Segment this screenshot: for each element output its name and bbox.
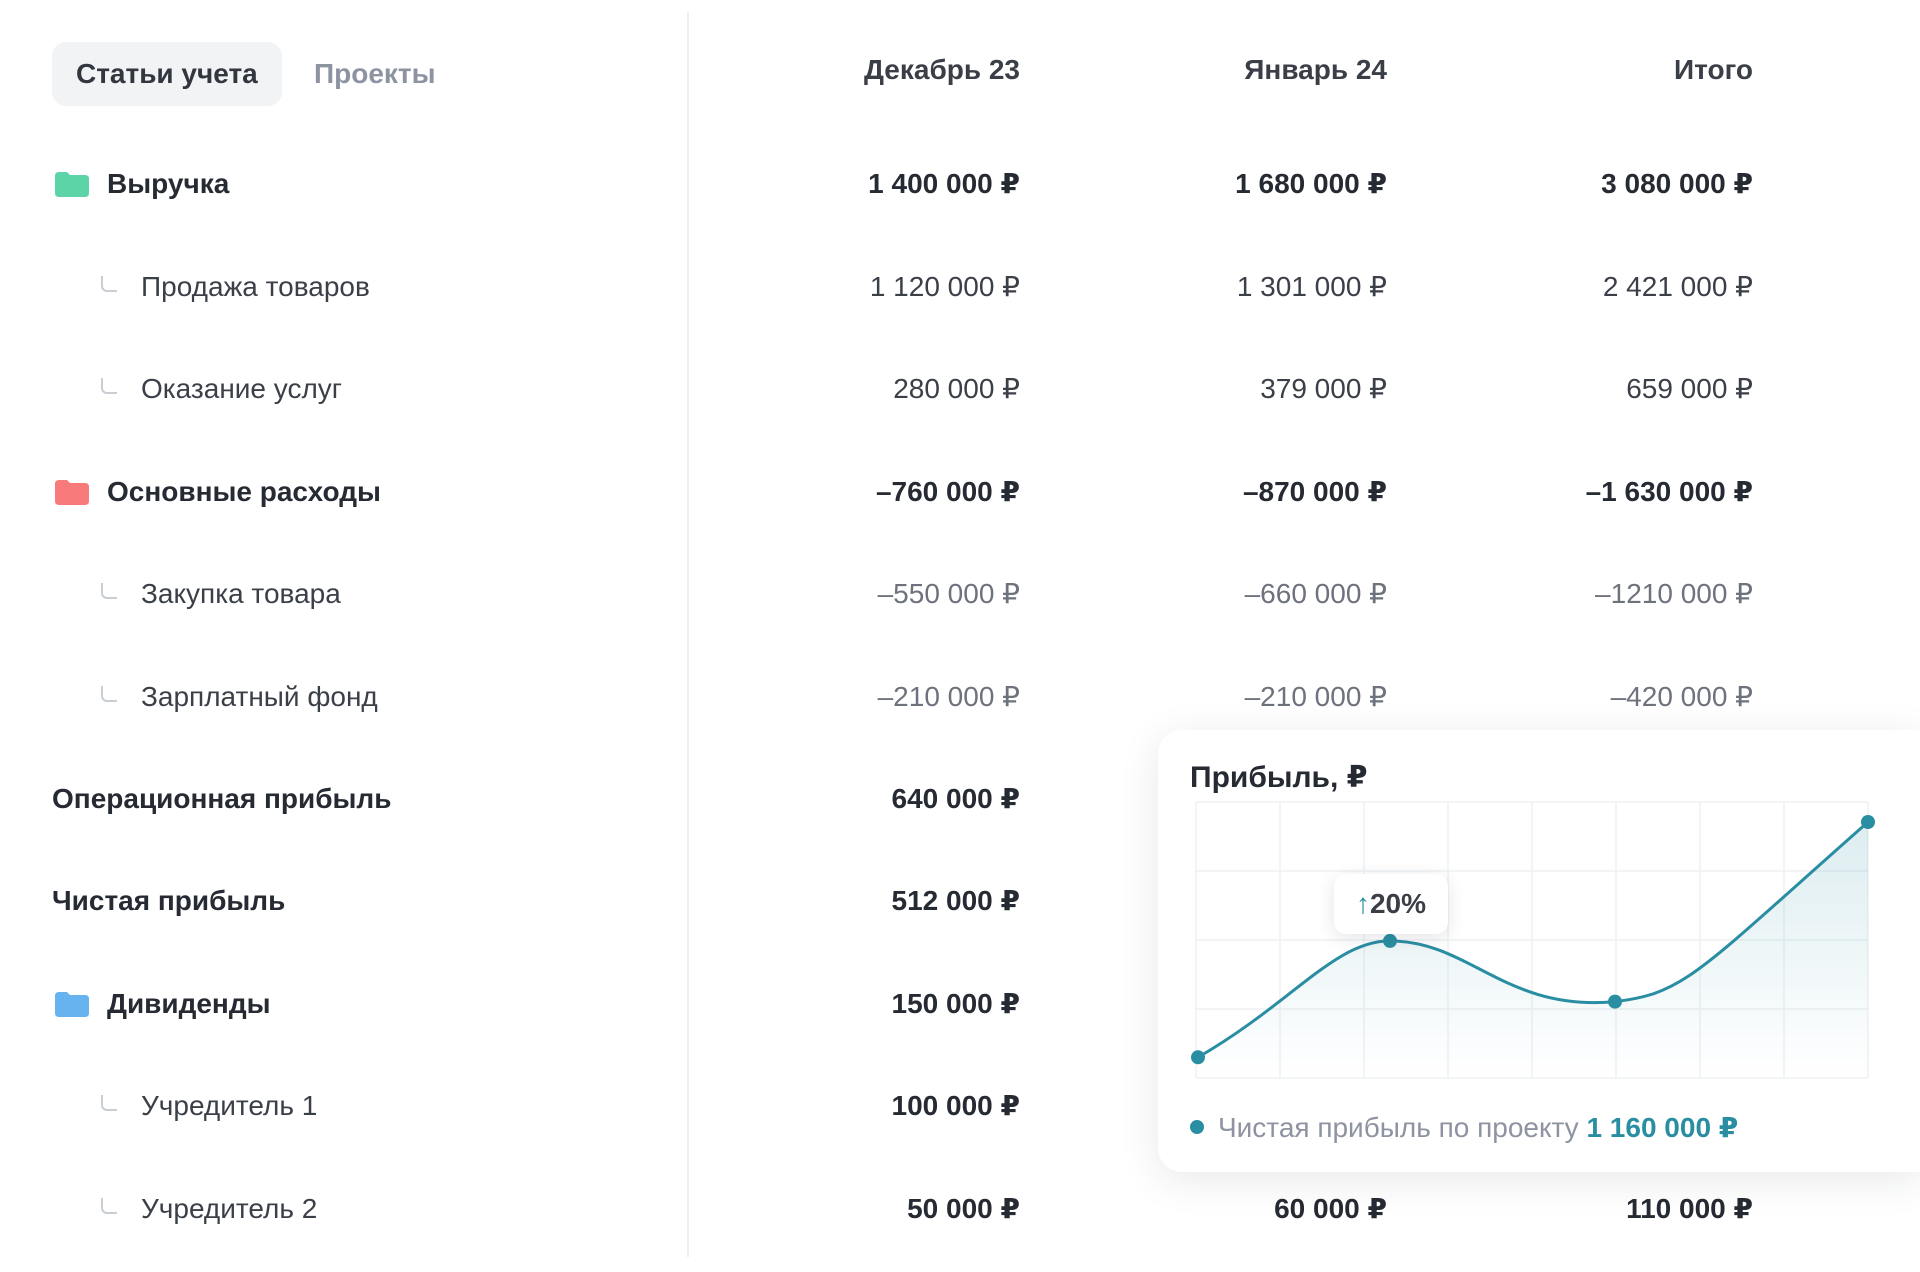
cell-founder-2-january: 60 000 ₽	[1274, 1193, 1387, 1224]
growth-badge: ↑20%	[1334, 874, 1448, 934]
cell-net-profit-december: 512 000 ₽	[891, 885, 1020, 916]
cell-payroll-total: –420 000 ₽	[1610, 681, 1753, 712]
cell-dividends-december: 150 000 ₽	[891, 988, 1020, 1019]
column-header-total: Итого	[1674, 54, 1753, 85]
column-header-december: Декабрь 23	[864, 54, 1020, 85]
cell-main-expenses-january: –870 000 ₽	[1242, 476, 1387, 507]
column-header-january: Январь 24	[1244, 54, 1387, 85]
growth-badge-value: 20%	[1369, 888, 1427, 919]
tree-branch-icon	[101, 1198, 117, 1214]
cell-payroll-january: –210 000 ₽	[1244, 681, 1387, 712]
tree-branch-icon	[101, 276, 117, 292]
cell-founder-2-total: 110 000 ₽	[1626, 1193, 1753, 1224]
chart-point-3[interactable]	[1608, 994, 1622, 1009]
folder-icon-revenue	[55, 172, 89, 197]
chart-point-4[interactable]	[1861, 815, 1875, 829]
cell-revenue-december: 1 400 000 ₽	[868, 168, 1020, 199]
cell-payroll-december: –210 000 ₽	[877, 681, 1020, 712]
row-label-payroll[interactable]: Зарплатный фонд	[141, 677, 378, 717]
tab-projects[interactable]: Проекты	[314, 42, 436, 106]
cell-founder-2-december: 50 000 ₽	[907, 1193, 1020, 1224]
cell-founder-1-december: 100 000 ₽	[891, 1090, 1020, 1121]
cell-goods-purchase-january: –660 000 ₽	[1244, 578, 1387, 609]
legend-dot-icon	[1190, 1120, 1204, 1134]
cell-revenue-january: 1 680 000 ₽	[1235, 168, 1387, 199]
cell-goods-purchase-total: –1210 000 ₽	[1595, 578, 1753, 609]
tree-branch-icon	[101, 686, 117, 702]
profit-chart-card: Прибыль, ₽ ↑20% Чистая прибыль по проект…	[1158, 730, 1920, 1172]
tab-accounting-items[interactable]: Статьи учета	[52, 42, 282, 106]
tree-branch-icon	[101, 378, 117, 394]
row-label-main-expenses[interactable]: Основные расходы	[107, 472, 381, 512]
folder-icon-expenses	[55, 480, 89, 505]
cell-services-january: 379 000 ₽	[1260, 373, 1387, 404]
cell-goods-sales-december: 1 120 000 ₽	[869, 271, 1020, 302]
cell-main-expenses-december: –760 000 ₽	[875, 476, 1020, 507]
legend-label: Чистая прибыль по проекту	[1218, 1112, 1579, 1143]
row-label-goods-purchase[interactable]: Закупка товара	[141, 574, 341, 614]
cell-services-total: 659 000 ₽	[1626, 373, 1753, 404]
cell-goods-sales-january: 1 301 000 ₽	[1236, 271, 1387, 302]
cell-revenue-total: 3 080 000 ₽	[1601, 168, 1753, 199]
folder-icon-dividends	[55, 992, 89, 1017]
row-label-founder-2[interactable]: Учредитель 2	[141, 1189, 317, 1229]
tree-branch-icon	[101, 583, 117, 599]
row-label-revenue[interactable]: Выручка	[107, 164, 229, 204]
cell-goods-sales-total: 2 421 000 ₽	[1602, 271, 1753, 302]
cell-operating-profit-december: 640 000 ₽	[891, 783, 1020, 814]
row-label-services[interactable]: Оказание услуг	[141, 369, 342, 409]
column-divider	[687, 12, 689, 1257]
cell-main-expenses-total: –1 630 000 ₽	[1585, 476, 1753, 507]
cell-services-december: 280 000 ₽	[893, 373, 1020, 404]
row-label-founder-1[interactable]: Учредитель 1	[141, 1086, 317, 1126]
tree-branch-icon	[101, 1095, 117, 1111]
arrow-up-icon: ↑	[1355, 888, 1370, 919]
row-label-operating-profit[interactable]: Операционная прибыль	[52, 779, 391, 819]
chart-point-1[interactable]	[1191, 1050, 1205, 1065]
chart-area-fill	[1198, 822, 1868, 1078]
chart-point-2[interactable]	[1383, 933, 1397, 948]
finance-report-panel: Статьи учета Проекты Декабрь 23 Январь 2…	[0, 0, 1920, 1272]
legend-value: 1 160 000 ₽	[1586, 1112, 1739, 1143]
row-label-net-profit[interactable]: Чистая прибыль	[52, 881, 285, 921]
row-label-goods-sales[interactable]: Продажа товаров	[141, 267, 370, 307]
row-label-dividends[interactable]: Дивиденды	[107, 984, 271, 1024]
profit-line-chart	[1191, 801, 1875, 1079]
cell-goods-purchase-december: –550 000 ₽	[877, 578, 1020, 609]
chart-legend: Чистая прибыль по проекту 1 160 000 ₽	[1190, 1108, 1738, 1148]
